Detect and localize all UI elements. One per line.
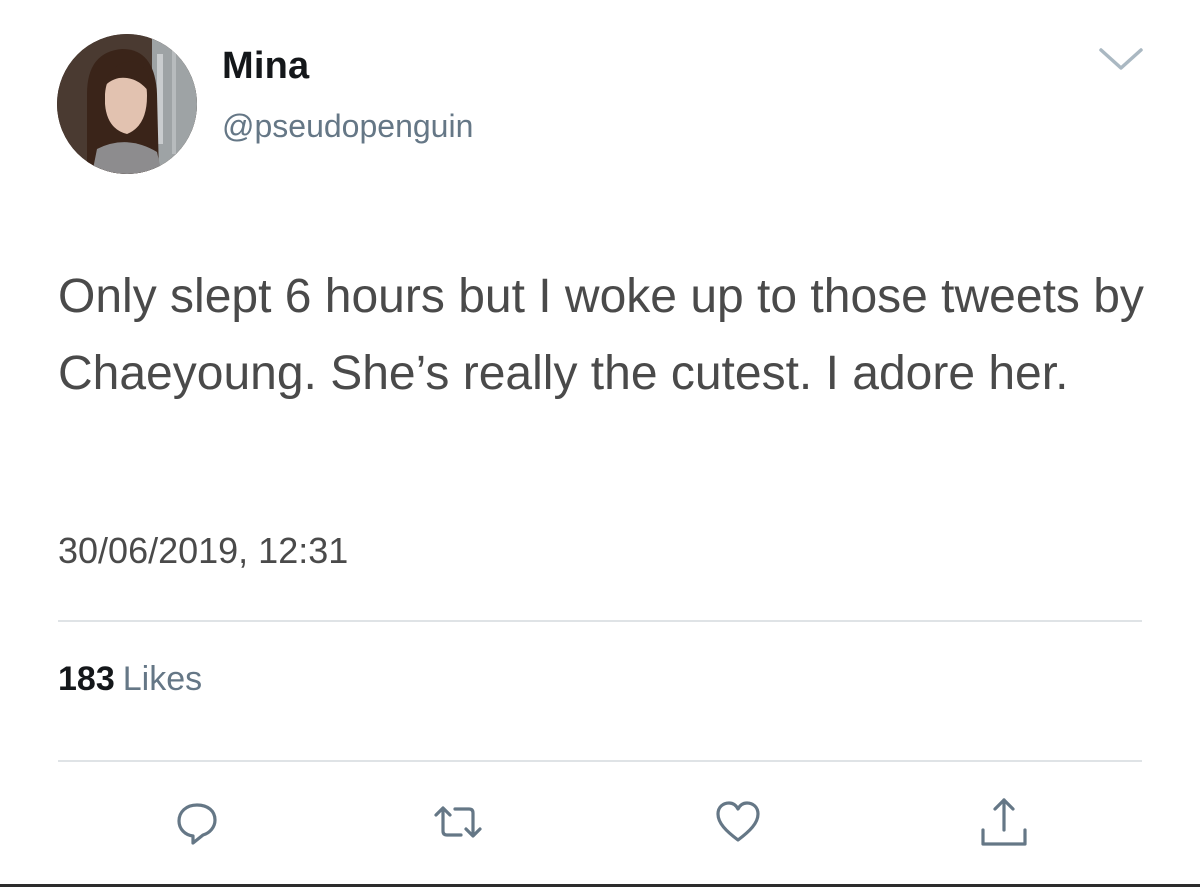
tweet-timestamp[interactable]: 30/06/2019, 12:31 xyxy=(58,530,348,572)
reply-button[interactable] xyxy=(165,790,229,854)
retweet-icon xyxy=(434,806,482,838)
like-button[interactable] xyxy=(706,790,770,854)
likes-count: 183 xyxy=(58,660,115,698)
share-icon xyxy=(981,798,1027,846)
retweet-button[interactable] xyxy=(426,790,490,854)
tweet-text: Only slept 6 hours but I woke up to thos… xyxy=(58,270,1144,400)
bottom-edge xyxy=(0,884,1200,887)
avatar-image xyxy=(57,34,197,174)
reply-icon xyxy=(177,803,217,845)
avatar[interactable] xyxy=(57,34,197,174)
user-handle[interactable]: @pseudopenguin xyxy=(222,108,473,145)
likes-label: Likes xyxy=(122,660,203,698)
tweet-card: Mina @pseudopenguin Only slept 6 hours b… xyxy=(0,0,1200,891)
chevron-down-icon[interactable] xyxy=(1098,46,1144,72)
divider xyxy=(58,620,1142,622)
heart-icon xyxy=(716,801,760,842)
share-button[interactable] xyxy=(972,790,1036,854)
tweet-actions xyxy=(0,790,1200,860)
divider xyxy=(58,760,1142,762)
likes-stat[interactable]: 183 Likes xyxy=(58,660,202,699)
display-name[interactable]: Mina xyxy=(222,45,309,88)
